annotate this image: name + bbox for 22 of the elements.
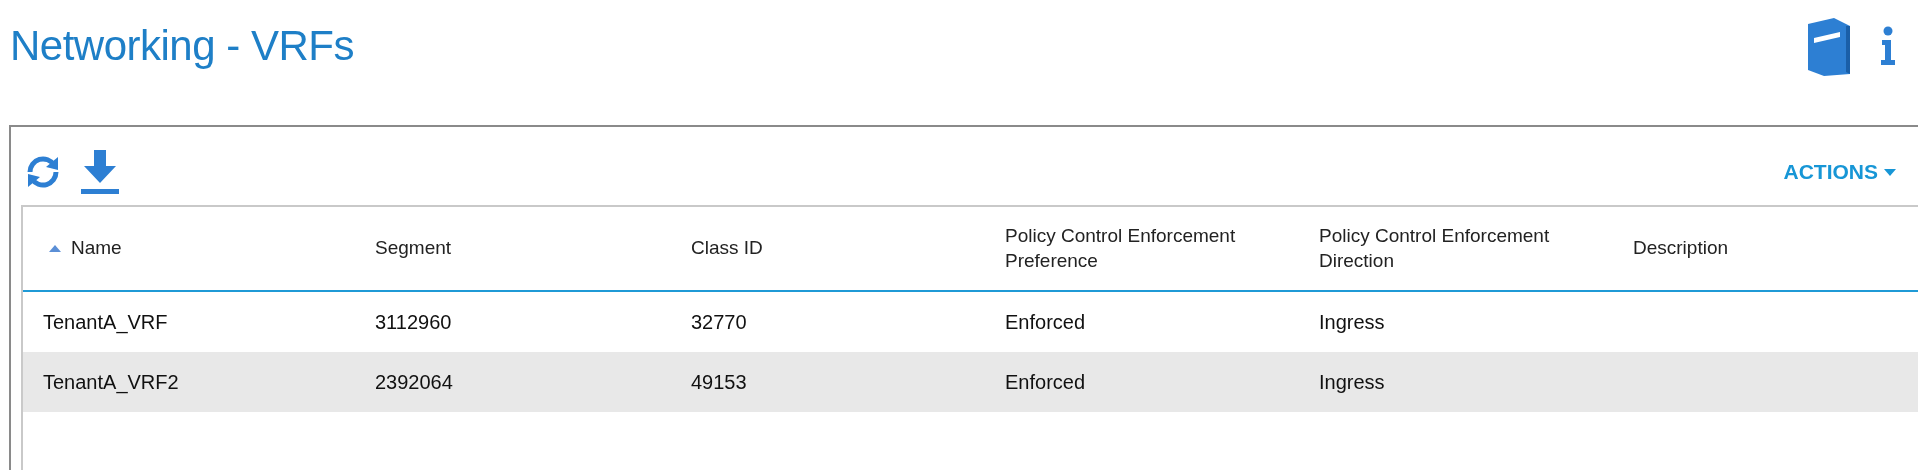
table-cell: Enforced (1005, 310, 1086, 334)
table-cell: 2392064 (375, 370, 453, 394)
table-row[interactable]: TenantA_VRF2 2392064 49153 Enforced Ingress (23, 352, 1918, 412)
column-header[interactable]: Segment (375, 236, 452, 261)
table-row[interactable]: TenantA_VRF 3112960 32770 Enforced Ingress (23, 292, 1918, 352)
caret-icon (1884, 168, 1896, 176)
table-cell: Ingress (1319, 310, 1385, 334)
column-header[interactable]: Description (1633, 236, 1729, 261)
column-header[interactable]: Policy Control Enforcement Direction (1319, 223, 1595, 274)
table-cell: Ingress (1319, 370, 1385, 394)
table-cell: 3112960 (375, 310, 452, 334)
table-cell: 49153 (691, 370, 747, 394)
table-cell: 32770 (691, 310, 747, 334)
table-cell: TenantA_VRF2 (43, 370, 179, 394)
column-header[interactable]: Name (71, 236, 122, 261)
column-header[interactable]: Policy Control Enforcement Preference (1005, 223, 1281, 274)
table-cell: Enforced (1005, 370, 1086, 394)
page-title: Networking - VRFs (10, 22, 354, 70)
download-icon[interactable] (81, 150, 119, 194)
table-cell: TenantA_VRF (43, 310, 168, 334)
info-icon[interactable] (1880, 26, 1896, 66)
column-header[interactable]: Class ID (691, 236, 763, 261)
